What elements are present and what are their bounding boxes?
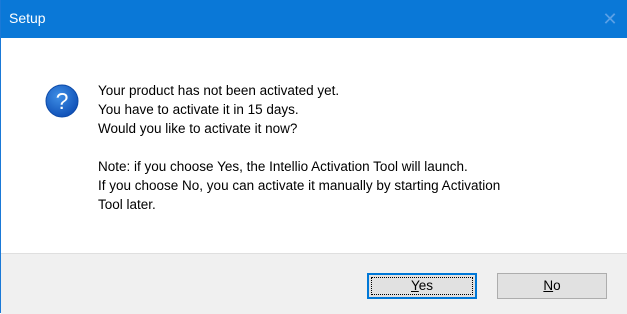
dialog-content: ? Your product has not been activated ye… xyxy=(1,38,627,253)
close-icon[interactable]: ✕ xyxy=(592,0,627,38)
message-line-1: Your product has not been activated yet. xyxy=(98,83,340,98)
yes-button[interactable]: Yes xyxy=(367,273,477,299)
button-bar: Yes No xyxy=(1,253,627,314)
question-glyph: ? xyxy=(56,88,69,114)
message-line-5: If you choose No, you can activate it ma… xyxy=(98,178,501,193)
message-line-3: Would you like to activate it now? xyxy=(98,121,298,136)
title-bar[interactable]: Setup ✕ xyxy=(1,0,627,38)
window-title: Setup xyxy=(9,10,46,26)
question-icon: ? xyxy=(45,84,79,118)
no-button-mnemonic: N xyxy=(543,278,554,293)
message-line-2: You have to activate it in 15 days. xyxy=(98,102,299,117)
no-button-label: o xyxy=(553,278,561,293)
message-text: Your product has not been activated yet.… xyxy=(98,81,608,214)
message-line-4: Note: if you choose Yes, the Intellio Ac… xyxy=(98,159,468,174)
message-line-6: Tool later. xyxy=(98,197,156,212)
setup-dialog: Setup ✕ ? Your product has not been acti… xyxy=(0,0,627,314)
no-button[interactable]: No xyxy=(497,273,607,299)
